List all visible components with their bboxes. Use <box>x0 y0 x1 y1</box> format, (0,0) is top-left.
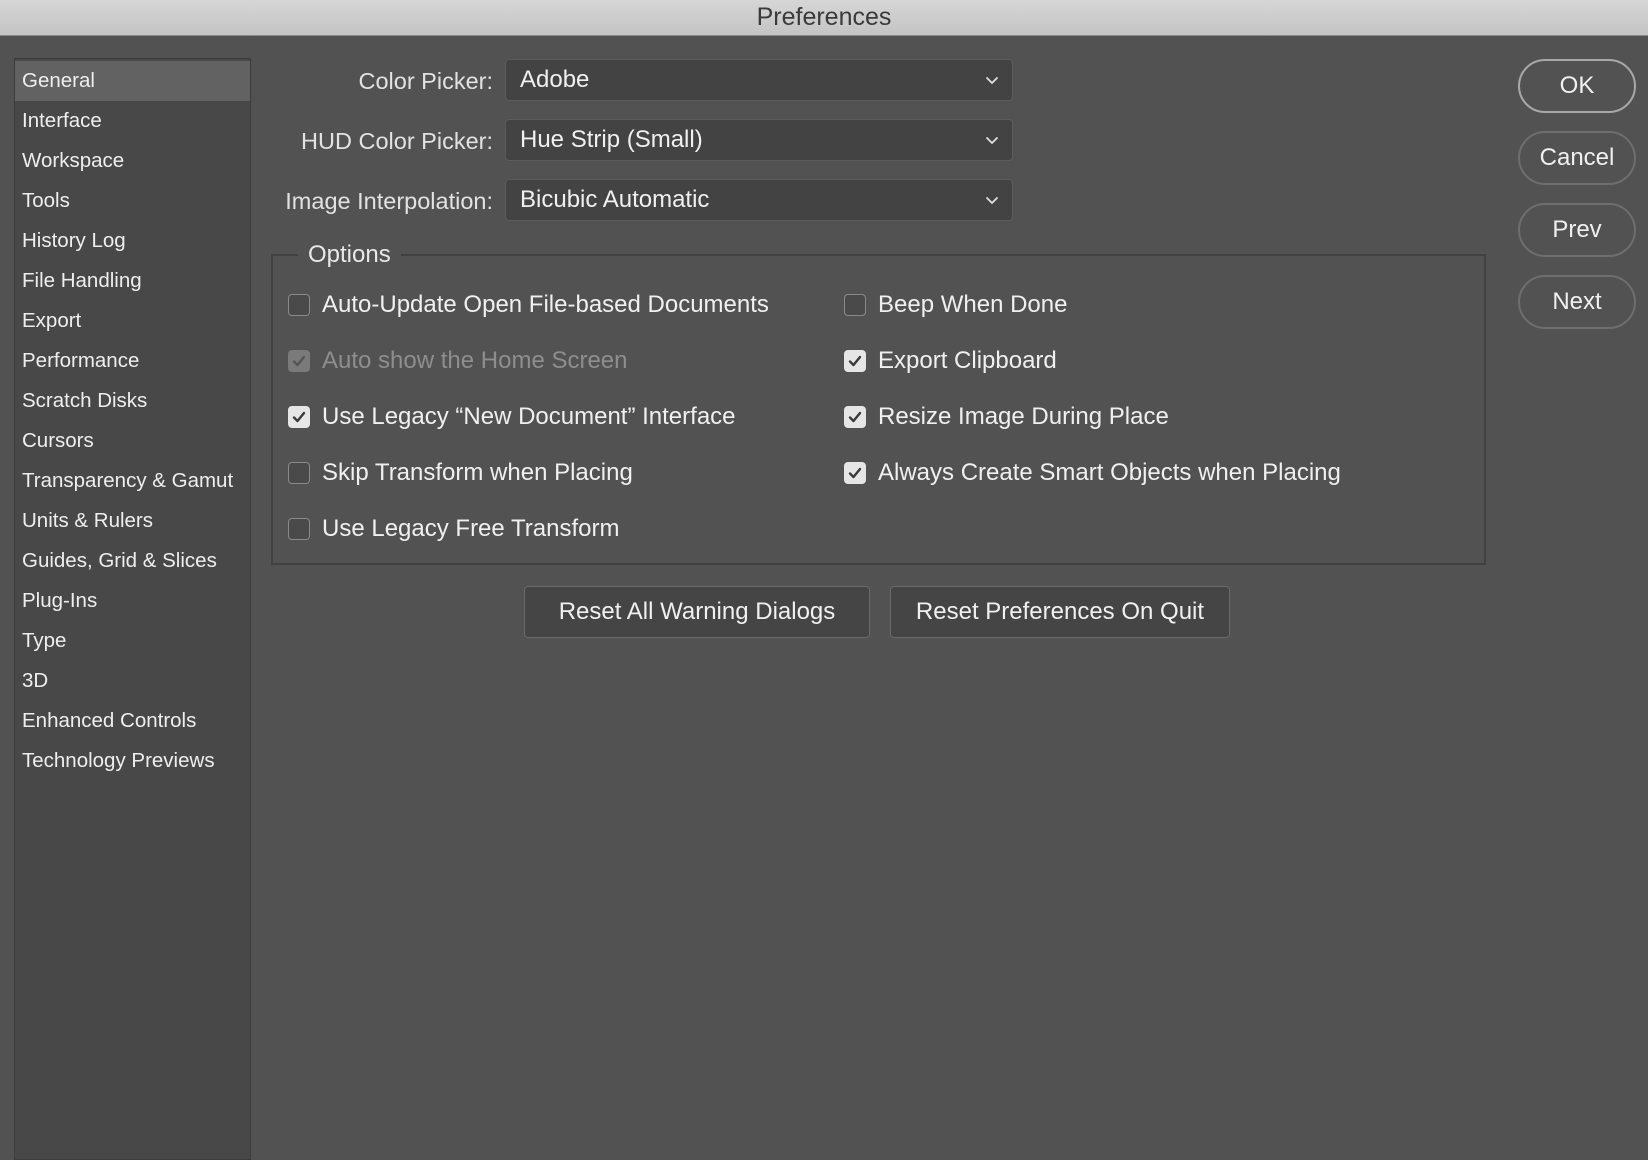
option-export-clipboard[interactable]: Export Clipboard <box>844 346 1057 376</box>
sidebar-item-history-log[interactable]: History Log <box>15 221 250 261</box>
sidebar-item-file-handling[interactable]: File Handling <box>15 261 250 301</box>
option-auto-show-home-screen: Auto show the Home Screen <box>288 346 628 376</box>
preferences-sidebar: General Interface Workspace Tools Histor… <box>14 58 251 1160</box>
options-title: Options <box>298 240 401 270</box>
window-title: Preferences <box>756 3 892 31</box>
checkbox-label: Resize Image During Place <box>878 403 1169 430</box>
sidebar-item-enhanced-controls[interactable]: Enhanced Controls <box>15 701 250 741</box>
checkbox-label: Always Create Smart Objects when Placing <box>878 459 1341 486</box>
cancel-button[interactable]: Cancel <box>1518 131 1636 185</box>
checkbox[interactable] <box>288 406 310 428</box>
color-picker-value: Adobe <box>520 66 590 93</box>
checkbox-disabled <box>288 350 310 372</box>
sidebar-item-interface[interactable]: Interface <box>15 101 250 141</box>
sidebar-item-performance[interactable]: Performance <box>15 341 250 381</box>
checkbox-label: Use Legacy “New Document” Interface <box>322 403 736 430</box>
sidebar-item-units-rulers[interactable]: Units & Rulers <box>15 501 250 541</box>
hud-color-picker-select[interactable]: Hue Strip (Small) <box>505 119 1013 161</box>
checkbox-label: Beep When Done <box>878 291 1068 318</box>
checkbox[interactable] <box>288 294 310 316</box>
checkbox[interactable] <box>288 462 310 484</box>
sidebar-item-scratch-disks[interactable]: Scratch Disks <box>15 381 250 421</box>
sidebar-item-general[interactable]: General <box>15 61 250 101</box>
checkmark-icon <box>292 355 306 367</box>
option-always-create-smart-objects[interactable]: Always Create Smart Objects when Placing <box>844 458 1341 488</box>
checkbox[interactable] <box>844 462 866 484</box>
checkmark-icon <box>292 411 306 423</box>
checkbox[interactable] <box>844 350 866 372</box>
option-beep-when-done[interactable]: Beep When Done <box>844 290 1067 320</box>
color-picker-label: Color Picker: <box>358 68 493 94</box>
sidebar-item-technology-previews[interactable]: Technology Previews <box>15 741 250 781</box>
image-interpolation-label: Image Interpolation: <box>285 188 493 214</box>
next-button[interactable]: Next <box>1518 275 1636 329</box>
checkmark-icon <box>848 411 862 423</box>
checkbox[interactable] <box>844 406 866 428</box>
reset-preferences-on-quit-button[interactable]: Reset Preferences On Quit <box>890 586 1230 638</box>
option-auto-update-documents[interactable]: Auto-Update Open File-based Documents <box>288 290 769 320</box>
sidebar-item-3d[interactable]: 3D <box>15 661 250 701</box>
checkmark-icon <box>848 467 862 479</box>
sidebar-item-export[interactable]: Export <box>15 301 250 341</box>
sidebar-item-guides-grid-slices[interactable]: Guides, Grid & Slices <box>15 541 250 581</box>
checkbox-label: Export Clipboard <box>878 347 1057 374</box>
chevron-down-icon <box>986 197 998 204</box>
sidebar-item-plug-ins[interactable]: Plug-Ins <box>15 581 250 621</box>
window-titlebar: Preferences <box>0 0 1648 36</box>
checkmark-icon <box>848 355 862 367</box>
option-legacy-free-transform[interactable]: Use Legacy Free Transform <box>288 514 619 544</box>
image-interpolation-value: Bicubic Automatic <box>520 186 710 213</box>
sidebar-item-workspace[interactable]: Workspace <box>15 141 250 181</box>
option-legacy-new-document[interactable]: Use Legacy “New Document” Interface <box>288 402 736 432</box>
checkbox-label: Auto-Update Open File-based Documents <box>322 291 769 318</box>
sidebar-item-cursors[interactable]: Cursors <box>15 421 250 461</box>
chevron-down-icon <box>986 77 998 84</box>
image-interpolation-select[interactable]: Bicubic Automatic <box>505 179 1013 221</box>
reset-all-warning-dialogs-button[interactable]: Reset All Warning Dialogs <box>524 586 870 638</box>
option-skip-transform[interactable]: Skip Transform when Placing <box>288 458 633 488</box>
sidebar-item-type[interactable]: Type <box>15 621 250 661</box>
checkbox-label: Auto show the Home Screen <box>322 347 628 374</box>
checkbox[interactable] <box>288 518 310 540</box>
ok-button[interactable]: OK <box>1518 59 1636 113</box>
option-resize-image-during-place[interactable]: Resize Image During Place <box>844 402 1169 432</box>
hud-color-picker-label: HUD Color Picker: <box>301 128 493 154</box>
sidebar-item-transparency-gamut[interactable]: Transparency & Gamut <box>15 461 250 501</box>
checkbox-label: Use Legacy Free Transform <box>322 515 620 542</box>
chevron-down-icon <box>986 137 998 144</box>
color-picker-select[interactable]: Adobe <box>505 59 1013 101</box>
prev-button[interactable]: Prev <box>1518 203 1636 257</box>
checkbox[interactable] <box>844 294 866 316</box>
sidebar-item-tools[interactable]: Tools <box>15 181 250 221</box>
checkbox-label: Skip Transform when Placing <box>322 459 633 486</box>
hud-color-picker-value: Hue Strip (Small) <box>520 126 703 153</box>
